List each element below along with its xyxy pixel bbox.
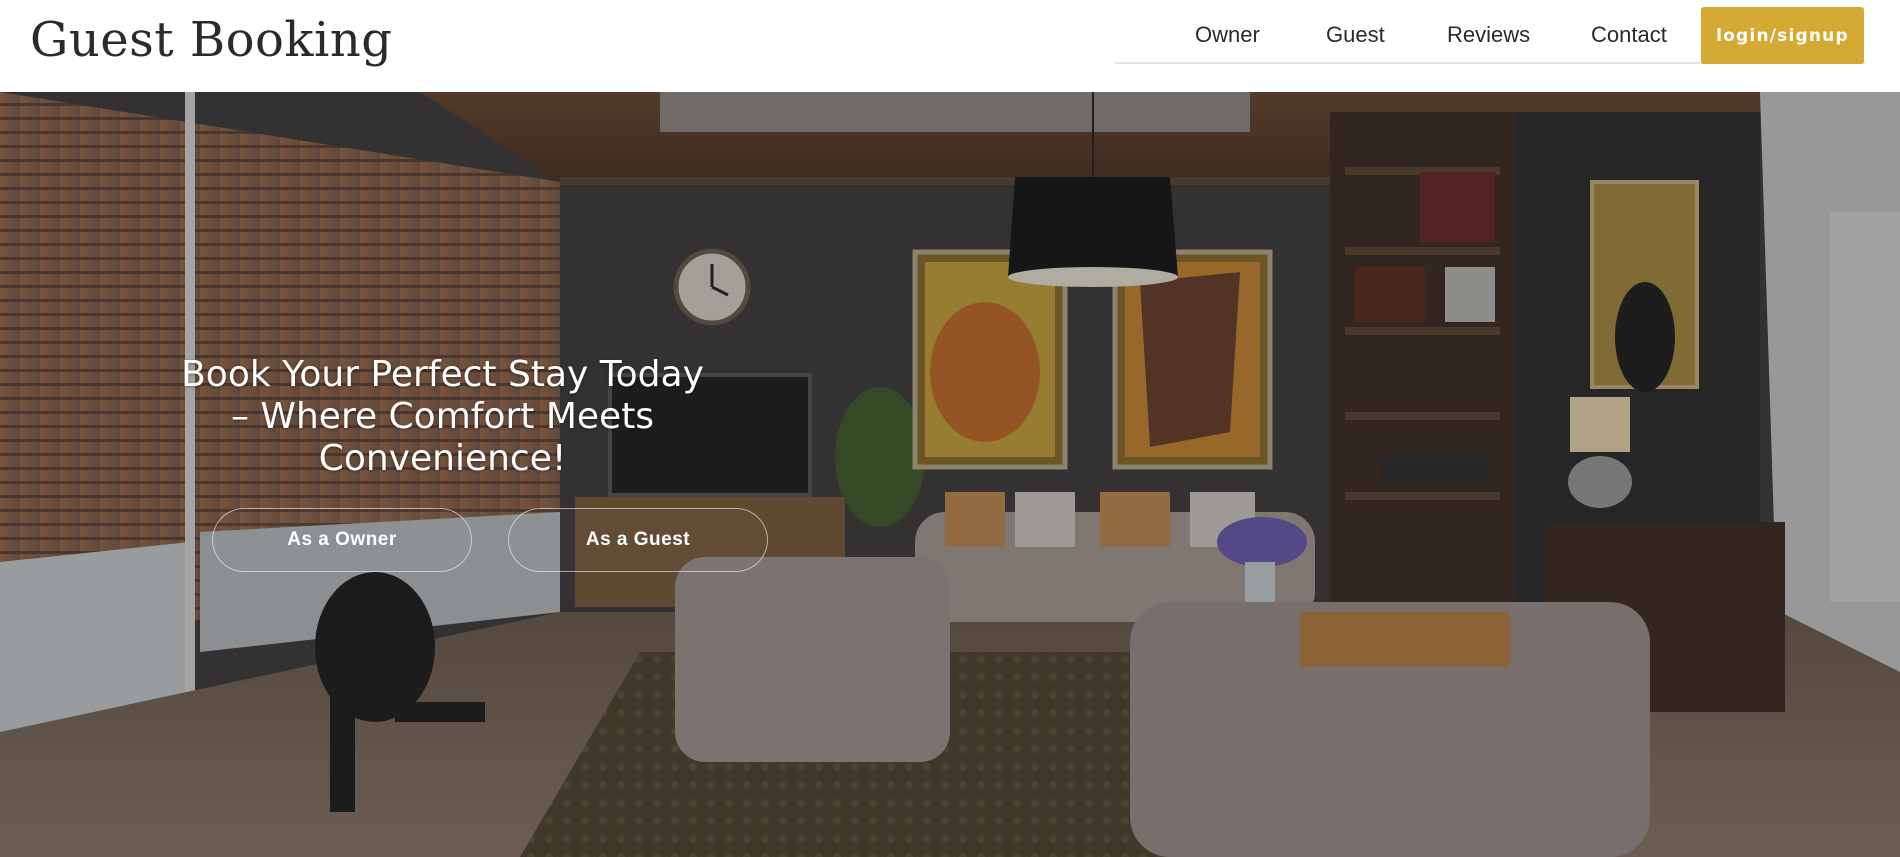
hero-heading: Book Your Perfect Stay Today – Where Com… — [181, 354, 704, 479]
as-owner-button[interactable]: As a Owner — [212, 508, 472, 572]
as-guest-button[interactable]: As a Guest — [508, 508, 768, 572]
site-header: Guest Booking Owner Guest Reviews Contac… — [0, 0, 1900, 92]
login-signup-button[interactable]: login/signup — [1701, 7, 1864, 64]
nav-link-owner[interactable]: Owner — [1195, 22, 1260, 48]
nav-link-contact[interactable]: Contact — [1591, 22, 1667, 48]
nav-link-reviews[interactable]: Reviews — [1447, 22, 1530, 48]
hero-section: Book Your Perfect Stay Today – Where Com… — [0, 92, 1900, 857]
brand-logo[interactable]: Guest Booking — [30, 12, 393, 68]
nav-link-guest[interactable]: Guest — [1326, 22, 1385, 48]
